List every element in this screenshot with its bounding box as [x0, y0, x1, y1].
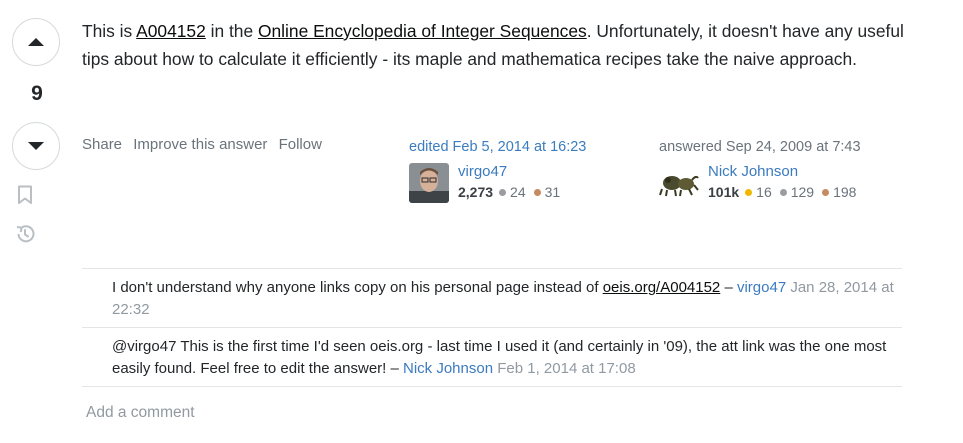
- answer-text: This is: [82, 21, 137, 41]
- upvote-button[interactable]: [12, 18, 60, 66]
- answer-text: in the: [205, 21, 258, 41]
- avatar[interactable]: [659, 163, 699, 203]
- arrow-down-icon: [28, 142, 44, 150]
- answer-body: This is A004152 in the Online Encycloped…: [82, 17, 912, 73]
- bronze-badge-icon: [533, 188, 541, 196]
- comments-list: I don't understand why anyone links copy…: [82, 268, 902, 387]
- user-stats: 101k 16 129 198: [708, 184, 864, 200]
- reputation: 2,273: [458, 184, 494, 200]
- follow-link[interactable]: Follow: [279, 136, 322, 153]
- history-icon: [16, 225, 35, 243]
- vote-count: 9: [31, 82, 43, 105]
- user-link[interactable]: Nick Johnson: [708, 163, 864, 181]
- comment-link[interactable]: oeis.org/A004152: [603, 279, 721, 296]
- post-menu: Share Improve this answer Follow: [82, 136, 329, 153]
- edited-timestamp[interactable]: edited Feb 5, 2014 at 16:23: [409, 139, 586, 155]
- comment-date[interactable]: Feb 1, 2014 at 17:08: [497, 360, 635, 377]
- bookmark-icon: [18, 185, 32, 204]
- editor-signature: edited Feb 5, 2014 at 16:23 virgo47 2,27…: [409, 139, 586, 203]
- gold-badge-icon: [745, 188, 753, 196]
- bronze-badges: 198: [822, 184, 856, 200]
- user-stats: 2,273 24 31: [458, 184, 568, 200]
- timeline-button[interactable]: [14, 223, 36, 245]
- bronze-badge-icon: [822, 188, 830, 196]
- downvote-button[interactable]: [12, 122, 60, 170]
- comment-text: I don't understand why anyone links copy…: [112, 279, 603, 296]
- user-link[interactable]: virgo47: [458, 163, 568, 181]
- oeis-link[interactable]: Online Encyclopedia of Integer Sequences: [258, 21, 587, 41]
- comment: @virgo47 This is the first time I'd seen…: [82, 327, 902, 386]
- comment: I don't understand why anyone links copy…: [82, 268, 902, 327]
- comments-divider: [82, 386, 902, 387]
- silver-count: 24: [510, 184, 526, 200]
- bronze-badges: 31: [533, 184, 561, 200]
- silver-badge-icon: [499, 188, 507, 196]
- reputation: 101k: [708, 184, 740, 200]
- bronze-count: 31: [544, 184, 561, 200]
- comment-user[interactable]: Nick Johnson: [403, 360, 493, 377]
- oeis-sequence-link[interactable]: A004152: [136, 21, 206, 41]
- silver-badge-icon: [779, 188, 787, 196]
- bookmark-button[interactable]: [14, 184, 36, 206]
- share-link[interactable]: Share: [82, 136, 122, 153]
- user-avatar-image: [409, 163, 449, 203]
- add-comment-link[interactable]: Add a comment: [86, 404, 195, 422]
- answered-timestamp[interactable]: answered Sep 24, 2009 at 7:43: [659, 139, 864, 155]
- silver-count: 129: [790, 184, 815, 200]
- user-avatar-image: [659, 163, 699, 203]
- improve-answer-link[interactable]: Improve this answer: [133, 136, 267, 153]
- vote-column: 9: [12, 18, 62, 170]
- avatar[interactable]: [409, 163, 449, 203]
- gold-badges: 16: [745, 184, 772, 200]
- bronze-count: 198: [833, 184, 857, 200]
- silver-badges: 24: [499, 184, 526, 200]
- silver-badges: 129: [779, 184, 815, 200]
- author-signature: answered Sep 24, 2009 at 7:43 Nick Johns…: [659, 139, 864, 203]
- comment-user[interactable]: virgo47: [737, 279, 786, 296]
- gold-count: 16: [756, 184, 772, 200]
- arrow-up-icon: [28, 38, 44, 46]
- comment-text: –: [720, 279, 737, 296]
